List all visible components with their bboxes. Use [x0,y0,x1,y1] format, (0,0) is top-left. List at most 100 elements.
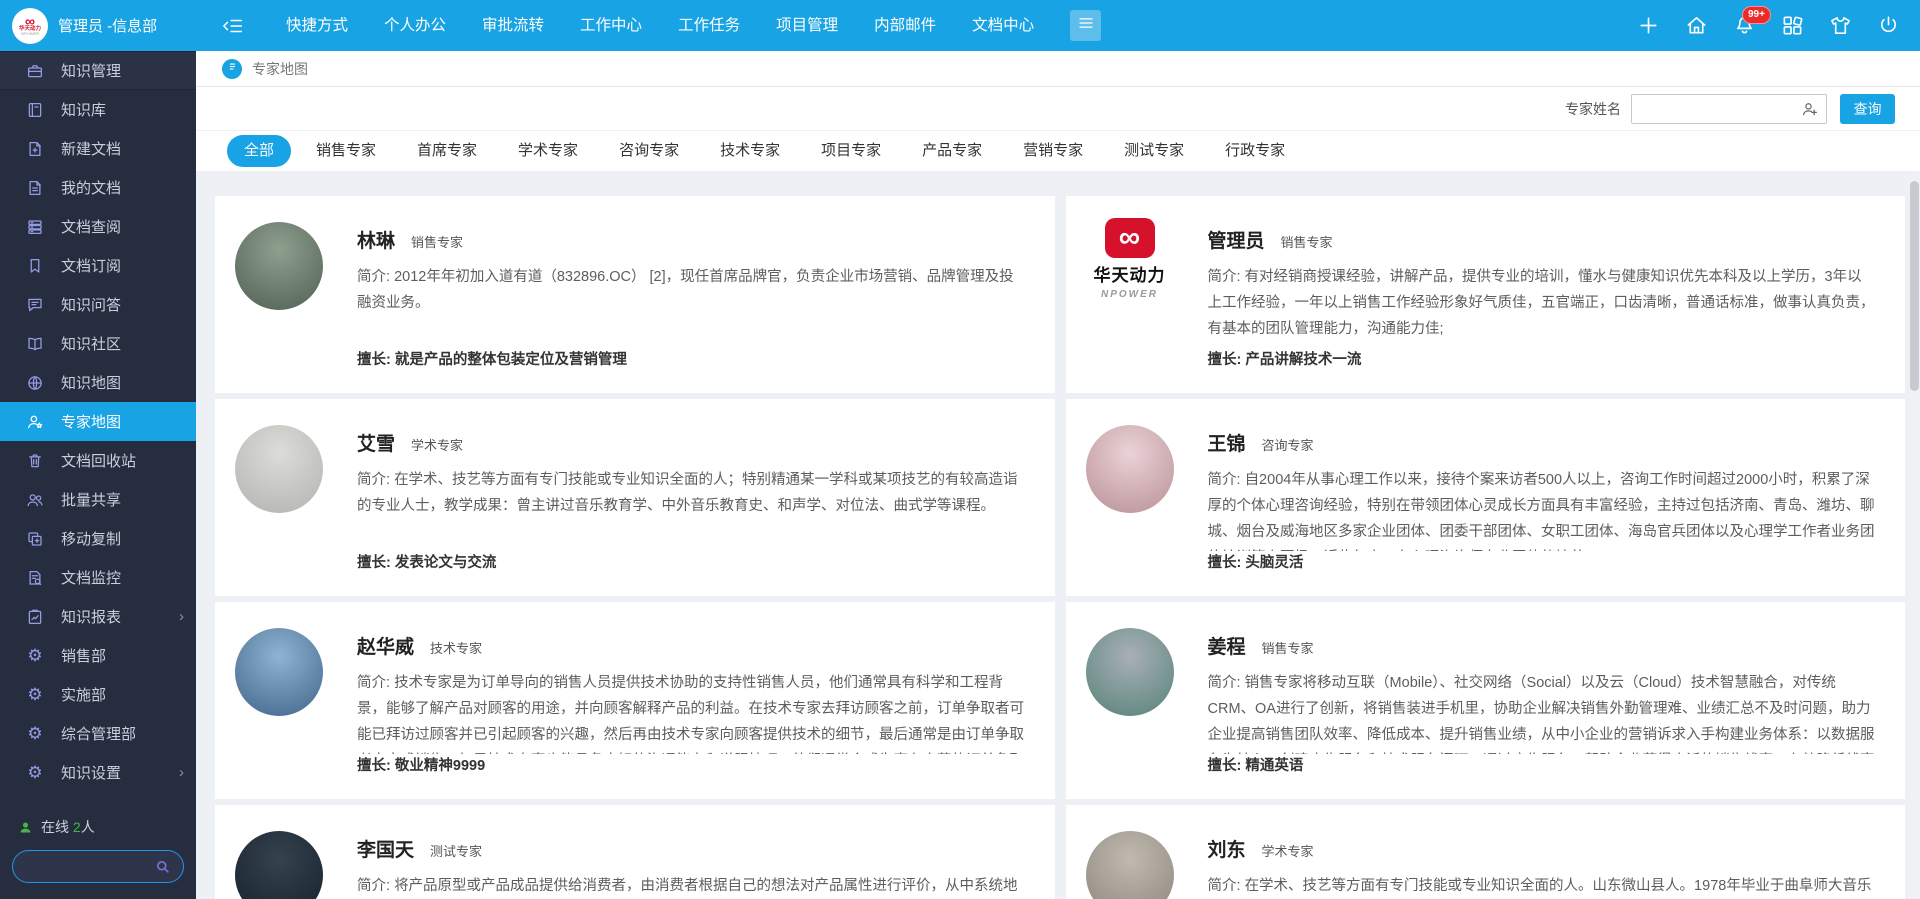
李国天[interactable]: ∞ 华天动力 NPOWER 李国天 测试专家 简介: 将产品原型或产品成品提供给… [215,805,1055,899]
nav-item[interactable]: 快捷方式 [268,0,366,51]
scrollbar-track[interactable] [1910,173,1919,896]
company-logo: ∞ 华天动力 NPOWER [1086,218,1174,300]
sidebar-item[interactable]: 文档查阅 › [0,207,196,246]
filter-tab[interactable]: 学术专家 [502,137,594,166]
header-actions: 99+ [1637,14,1920,37]
clipboard-chart-icon [26,608,44,626]
users-icon [26,491,44,509]
sidebar-item-label: 我的文档 [61,177,121,198]
query-button[interactable]: 查询 [1840,94,1895,124]
sidebar-item[interactable]: ⚙ 销售部 › [0,636,196,675]
more-menus-button[interactable] [1070,10,1101,41]
expert-skill: 擅长: 精通英语 [1208,754,1876,775]
expert-intro: 简介: 自2004年从事心理工作以来，接待个案来访者500人以上，咨询工作时间超… [1208,467,1876,551]
scrollbar-thumb[interactable] [1910,181,1919,391]
nav-item[interactable]: 个人办公 [366,0,464,51]
logout-button[interactable] [1877,14,1900,37]
sidebar-item[interactable]: 我的文档 › [0,168,196,207]
filter-tab[interactable]: 咨询专家 [603,137,695,166]
sidebar-search-box [12,850,184,883]
breadcrumb-icon-wrap [222,59,242,79]
赵华威[interactable]: ∞ 华天动力 NPOWER 赵华威 技术专家 简介: 技术专家是为订单导向的销售… [215,602,1055,799]
filter-tab[interactable]: 技术专家 [704,137,796,166]
sidebar-item[interactable]: 文档监控 › [0,558,196,597]
sidebar-item[interactable]: 知识地图 › [0,363,196,402]
expert-skill: 擅长: 产品讲解技术一流 [1208,348,1876,369]
sidebar-item-label: 销售部 [61,645,106,666]
home-button[interactable] [1685,14,1708,37]
current-user-label: 管理员 -信息部 [58,15,157,36]
filter-tab[interactable]: 全部 [227,135,291,168]
sidebar-item[interactable]: ⚙ 综合管理部 › [0,714,196,753]
林琳[interactable]: ∞ 华天动力 NPOWER 林琳 销售专家 简介: 2012年年初加入道有道（8… [215,196,1055,393]
nav-item[interactable]: 文档中心 [954,0,1052,51]
王锦[interactable]: ∞ 华天动力 NPOWER 王锦 咨询专家 简介: 自2004年从事心理工作以来… [1066,399,1906,596]
expert-avatar: ∞ 华天动力 NPOWER [1086,425,1174,513]
sidebar-item[interactable]: 移动复制 › [0,519,196,558]
breadcrumb: 专家地图 [196,51,1920,87]
sidebar-item[interactable]: 批量共享 › [0,480,196,519]
nav-item[interactable]: 内部邮件 [856,0,954,51]
infinity-logo-icon: ∞ [25,15,35,27]
sidebar-item[interactable]: 知识管理 › [0,51,196,90]
filter-tab[interactable]: 测试专家 [1108,137,1200,166]
sidebar-item[interactable]: 知识报表 › [0,597,196,636]
brand-zone: ∞ 华天动力 NPOWER 管理员 -信息部 [0,8,196,44]
notifications-button[interactable]: 99+ [1733,14,1756,37]
艾雪[interactable]: ∞ 华天动力 NPOWER 艾雪 学术专家 简介: 在学术、技艺等方面有专门技能… [215,399,1055,596]
expert-skill: 擅长: 敬业精神9999 [357,754,1025,775]
sidebar-search-input[interactable] [25,859,154,874]
chevron-right-icon: › [179,609,184,624]
trash-icon [26,452,44,470]
filter-tab[interactable]: 项目专家 [805,137,897,166]
nav-item[interactable]: 工作中心 [562,0,660,51]
expert-name-input[interactable] [1639,101,1801,116]
sidebar-footer: 在线 2人 [0,817,196,883]
sidebar-item-label: 文档监控 [61,567,121,588]
sidebar-item[interactable]: 知识社区 › [0,324,196,363]
expert-name: 刘东 [1208,835,1246,862]
filter-tab[interactable]: 营销专家 [1007,137,1099,166]
home-icon [1685,24,1708,41]
sidebar-item[interactable]: 文档回收站 › [0,441,196,480]
expert-intro: 简介: 2012年年初加入道有道（832896.OC） [2]，现任首席品牌官，… [357,264,1025,316]
sidebar-item[interactable]: ⚙ 实施部 › [0,675,196,714]
sidebar-item[interactable]: 文档订阅 › [0,246,196,285]
nav-item[interactable]: 项目管理 [758,0,856,51]
expert-category-tag: 咨询专家 [1262,435,1314,454]
sidebar-item[interactable]: 知识问答 › [0,285,196,324]
管理员[interactable]: ∞ 华天动力 NPOWER 管理员 销售专家 简介: 有对经销商授课经验，讲解产… [1066,196,1906,393]
crumb-doc-icon [226,60,239,78]
sidebar-item[interactable]: ⚙ 知识设置 › [0,753,196,792]
sidebar-item-label: 移动复制 [61,528,121,549]
sidebar: 知识管理 › 知识库 › 新建文档 › 我的文档 › 文档查阅 › 文档订阅 ›… [0,51,196,899]
nav-item[interactable]: 工作任务 [660,0,758,51]
person-add-icon[interactable] [1801,100,1819,118]
brand-subname: NPOWER [21,32,39,36]
filter-tab[interactable]: 行政专家 [1209,137,1301,166]
expert-intro: 简介: 在学术、技艺等方面有专门技能或专业知识全面的人；特别精通某一学科或某项技… [357,467,1025,519]
sidebar-item[interactable]: 专家地图 › [0,402,196,441]
quick-add-button[interactable] [1637,14,1660,37]
sidebar-item[interactable]: 知识库 › [0,90,196,129]
filter-tab[interactable]: 产品专家 [906,137,998,166]
sidebar-item[interactable]: 新建文档 › [0,129,196,168]
menu-collapse-icon[interactable] [222,15,244,37]
nav-item[interactable]: 审批流转 [464,0,562,51]
filter-tab[interactable]: 首席专家 [401,137,493,166]
theme-button[interactable] [1829,14,1852,37]
notification-badge: 99+ [1742,6,1771,24]
filter-tab[interactable]: 销售专家 [300,137,392,166]
apps-button[interactable] [1781,14,1804,37]
expert-intro: 简介: 销售专家将移动互联（Mobile）、社交网络（Social）以及云（Cl… [1208,670,1876,754]
top-bar: ∞ 华天动力 NPOWER 管理员 -信息部 快捷方式个人办公审批流转工作中心工… [0,0,1920,51]
姜程[interactable]: ∞ 华天动力 NPOWER 姜程 销售专家 简介: 销售专家将移动互联（Mobi… [1066,602,1906,799]
expert-category-tag: 技术专家 [430,638,482,657]
search-icon[interactable] [154,858,171,875]
hamburger-icon [1077,14,1095,37]
sidebar-item-label: 知识设置 [61,762,121,783]
online-count: 2 [73,819,81,835]
expert-name: 李国天 [357,835,414,862]
user-star-icon [26,413,44,431]
刘东[interactable]: ∞ 华天动力 NPOWER 刘东 学术专家 简介: 在学术、技艺等方面有专门技能… [1066,805,1906,899]
